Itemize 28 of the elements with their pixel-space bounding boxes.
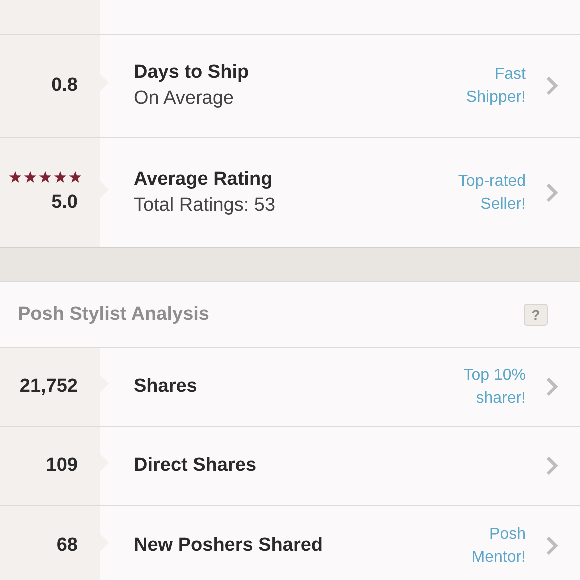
stat-title: Shares bbox=[134, 376, 198, 398]
stat-title: Average Rating bbox=[134, 168, 274, 190]
stat-title: New Poshers Shared bbox=[134, 535, 324, 557]
stat-title: Days to Ship bbox=[134, 62, 250, 84]
chevron-right-icon[interactable] bbox=[546, 377, 558, 397]
chevron-right-icon[interactable] bbox=[546, 76, 558, 96]
stat-badge-link[interactable]: Top 10% sharer! bbox=[464, 364, 526, 410]
stat-value: 21,752 bbox=[20, 376, 78, 398]
star-icon bbox=[54, 171, 67, 184]
chevron-right-icon[interactable] bbox=[546, 456, 558, 476]
stat-value: 109 bbox=[46, 455, 78, 477]
star-icon bbox=[24, 171, 37, 184]
stat-value: 0.8 bbox=[52, 75, 78, 97]
stat-subtitle: On Average bbox=[134, 88, 236, 110]
stat-subtitle: Total Ratings: 53 bbox=[134, 194, 277, 216]
star-icon bbox=[39, 171, 52, 184]
section-heading: Posh Stylist Analysis bbox=[18, 304, 210, 326]
stat-value: 5.0 bbox=[52, 192, 78, 214]
chevron-right-icon[interactable] bbox=[546, 182, 558, 202]
star-icon bbox=[9, 171, 22, 184]
stat-badge-link[interactable]: Posh Mentor! bbox=[472, 523, 526, 569]
star-icon bbox=[69, 171, 82, 184]
stat-value: 68 bbox=[56, 535, 78, 557]
stat-title: Direct Shares bbox=[134, 455, 258, 477]
stat-badge-link[interactable]: Fast Shipper! bbox=[466, 63, 526, 109]
chevron-right-icon[interactable] bbox=[546, 536, 558, 556]
stat-badge-link[interactable]: Top-rated Seller! bbox=[458, 170, 526, 216]
help-button[interactable]: ? bbox=[524, 304, 548, 326]
